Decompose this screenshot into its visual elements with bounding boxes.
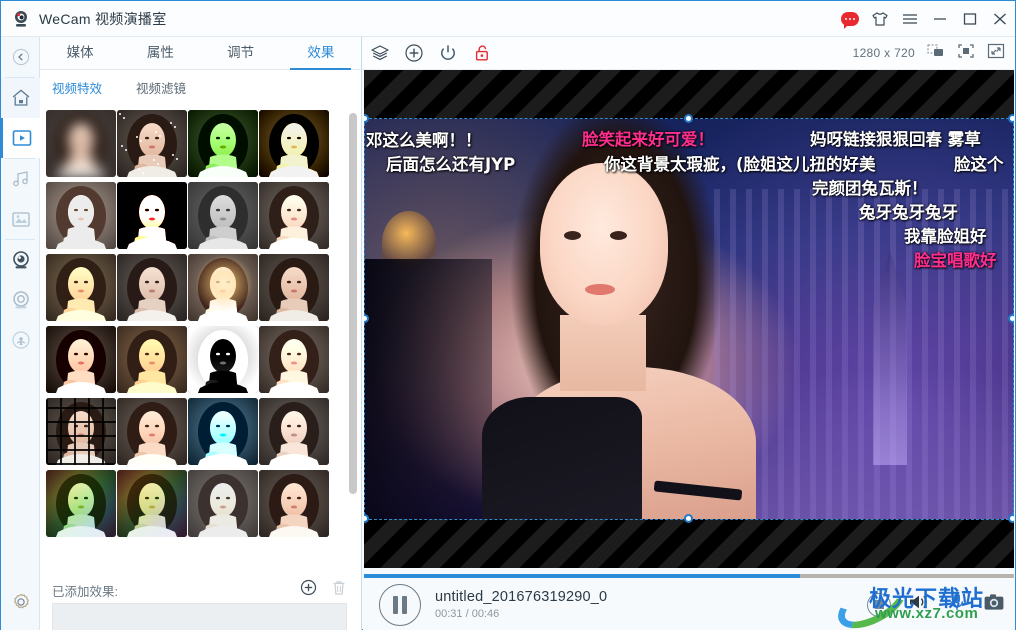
effects-panel: 媒体 属性 调节 效果 视频特效 视频滤镜 已添加效果: — [40, 37, 362, 630]
panel-subtabs: 视频特效 视频滤镜 — [40, 70, 361, 104]
effect-thumbnail-fade[interactable] — [188, 470, 258, 537]
sidebar-item-video[interactable] — [1, 118, 40, 158]
effect-thumbnail-fire[interactable] — [117, 182, 187, 249]
video-stage[interactable]: 邓这么美啊！！ 后面怎么还有JYP 脸笑起来好可爱！ 你这背景太瑕疵，(脸姐这儿扭的好… — [364, 70, 1014, 568]
subject-face — [540, 163, 668, 325]
power-icon[interactable] — [431, 43, 465, 63]
layers-icon[interactable] — [363, 43, 397, 63]
added-effects-label: 已添加效果: — [52, 584, 118, 599]
pause-icon[interactable] — [379, 583, 421, 626]
sidebar-item-image[interactable] — [1, 199, 40, 239]
subtab-video-effects[interactable]: 视频特效 — [52, 78, 102, 97]
tab-effects[interactable]: 效果 — [281, 41, 361, 70]
effect-thumbnail-normal[interactable] — [259, 254, 329, 321]
unlock-icon[interactable] — [465, 43, 499, 63]
subject-eye-left — [564, 231, 581, 240]
player-bar: untitled_201676319290_0 00:31 / 00:46 — [363, 579, 1015, 630]
effect-thumbnail-ice-blue[interactable] — [188, 398, 258, 465]
window-controls — [835, 1, 1015, 37]
player-actions — [867, 591, 1015, 618]
fullscreen-icon[interactable] — [987, 43, 1005, 64]
subtab-video-filters[interactable]: 视频滤镜 — [136, 78, 186, 97]
camera-icon[interactable] — [983, 592, 1005, 617]
effect-thumbnail-pale[interactable] — [259, 398, 329, 465]
webcam-logo-icon — [11, 9, 31, 29]
effect-thumbnail-snow[interactable] — [117, 110, 187, 177]
skin-shirt-icon[interactable] — [865, 2, 895, 36]
added-effects-header: 已添加效果: — [40, 577, 361, 603]
added-effects-actions — [300, 579, 347, 601]
subject-lips — [585, 284, 615, 295]
sidebar-item-webcam[interactable] — [1, 240, 40, 280]
effect-thumbnail-sepia-grunge[interactable] — [259, 110, 329, 177]
plus-circle-icon[interactable] — [300, 579, 317, 601]
view-toolbar: 1280 x 720 — [363, 37, 1015, 70]
effect-thumbnail-glow-white[interactable] — [46, 182, 116, 249]
effect-thumbnail-clear[interactable] — [117, 398, 187, 465]
add-circle-icon[interactable] — [397, 43, 431, 63]
menu-icon[interactable] — [895, 2, 925, 36]
effect-thumbnail-warm-orange[interactable] — [46, 254, 116, 321]
maximize-icon[interactable] — [955, 2, 985, 36]
microphone-icon[interactable] — [947, 591, 967, 618]
effect-thumbnail-gray-sketch[interactable] — [188, 182, 258, 249]
effect-thumbnail-soft-light[interactable] — [259, 182, 329, 249]
scrollbar-thumb[interactable] — [349, 112, 357, 494]
effect-thumbnail-rainbow-a[interactable] — [46, 470, 116, 537]
gear-icon[interactable] — [1, 582, 40, 622]
wecam-window: WeCam 视频演播室 媒体 属性 调节 效果 视频特效 视频滤镜 已添加效果:… — [0, 0, 1016, 630]
effect-thumbnail-green-edge[interactable] — [188, 110, 258, 177]
app-title: WeCam 视频演播室 — [39, 10, 167, 27]
effect-thumbnail-plain-2[interactable] — [259, 470, 329, 537]
effects-grid — [40, 104, 361, 542]
title-bar: WeCam 视频演播室 — [1, 1, 1015, 37]
speaker-icon[interactable] — [907, 592, 931, 617]
tab-media[interactable]: 媒体 — [40, 41, 120, 69]
effect-thumbnail-grid-mesh[interactable] — [46, 398, 116, 465]
effect-thumbnail-curl-frizz[interactable] — [46, 326, 116, 393]
effects-scrollbar[interactable] — [349, 108, 357, 573]
trash-icon[interactable] — [331, 579, 347, 601]
close-icon[interactable] — [985, 2, 1015, 36]
effect-thumbnail-bright[interactable] — [259, 326, 329, 393]
subject-dress — [482, 397, 642, 519]
media-filename: untitled_201676319290_0 — [435, 589, 608, 605]
effect-thumbnail-cool-plain[interactable] — [117, 254, 187, 321]
sidebar-item-music[interactable] — [1, 159, 40, 199]
effect-thumbnail-negative-bw[interactable] — [188, 326, 258, 393]
resolution-label: 1280 x 720 — [852, 46, 915, 60]
effect-thumbnail-rainbow-b[interactable] — [117, 470, 187, 537]
video-bg-shadow — [364, 259, 492, 519]
panel-tabs: 媒体 属性 调节 效果 — [40, 37, 361, 70]
minimize-icon[interactable] — [925, 2, 955, 36]
player-meta: untitled_201676319290_0 00:31 / 00:46 — [435, 589, 607, 620]
effect-thumbnail-sun-flare[interactable] — [188, 254, 258, 321]
chat-bubble-icon[interactable] — [835, 2, 865, 36]
video-bg-castle — [714, 189, 1014, 519]
playback-progress-track[interactable] — [364, 574, 1014, 578]
added-effects-list[interactable] — [52, 603, 347, 630]
video-preview — [364, 119, 1014, 519]
tab-properties[interactable]: 属性 — [120, 41, 200, 69]
subject-neck — [560, 315, 646, 391]
effect-thumbnail-blur[interactable] — [46, 110, 116, 177]
snapshot-icon[interactable] — [927, 43, 945, 64]
sidebar-item-broadcast[interactable] — [1, 320, 40, 360]
left-sidebar — [1, 37, 40, 630]
view-toolbar-right: 1280 x 720 — [853, 43, 1015, 64]
effects-grid-container — [40, 104, 361, 577]
subject-eye-right — [610, 231, 627, 240]
effect-thumbnail-brown-tone[interactable] — [117, 326, 187, 393]
tab-adjust[interactable]: 调节 — [201, 41, 281, 69]
fit-screen-icon[interactable] — [957, 43, 975, 64]
playback-progress-fill — [364, 574, 800, 578]
media-time: 00:31 / 00:46 — [435, 608, 500, 620]
added-effects-section: 已添加效果: — [40, 577, 361, 630]
stop-icon[interactable] — [867, 592, 891, 617]
sidebar-item-camera[interactable] — [1, 280, 40, 320]
collapse-left-icon[interactable] — [1, 37, 40, 77]
sidebar-item-home[interactable] — [1, 78, 40, 118]
